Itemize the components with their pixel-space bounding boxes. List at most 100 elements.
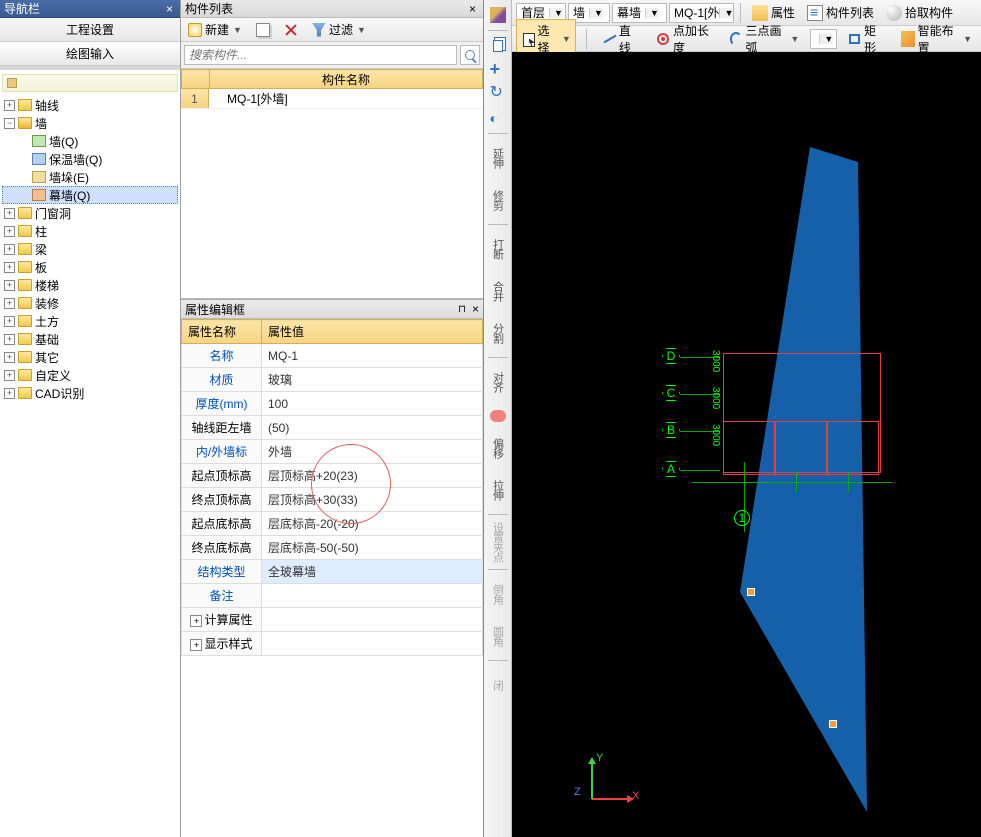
filter-button[interactable]: 过滤▼ [309,20,369,39]
tree-node-stair[interactable]: +楼梯 [2,276,178,294]
cloud-tool[interactable] [487,404,509,426]
prop-hdr-name: 属性名称 [182,320,262,344]
brush-tool[interactable] [487,4,509,26]
3d-viewport[interactable]: D C B A 1 3000 3000 3000 X [512,52,981,837]
tree-node-beam[interactable]: +梁 [2,240,178,258]
align-tool[interactable]: 对齐 [487,362,509,402]
axis-x-label: X [632,790,639,802]
col-rownum [182,70,210,88]
mirror-tool[interactable] [487,107,509,129]
cloud-icon [490,410,506,422]
prop-value-cell[interactable]: 100 [262,392,483,416]
delete-button[interactable] [281,22,301,38]
drawing-toolbar: 选择▼ 直线 点加长度 三点画弧▼ ▼ 矩形 智能布置▼ [512,26,981,52]
split-tool[interactable]: 分割 [487,313,509,353]
rotate-tool[interactable] [487,83,509,105]
prop-row-calc[interactable]: +计算属性 [182,608,483,632]
tree-node-slab[interactable]: +板 [2,258,178,276]
prop-value-cell[interactable]: 层顶标高+20(23) [262,464,483,488]
prop-value-cell[interactable]: 层底标高-20(-20) [262,512,483,536]
tree-label: 板 [35,259,47,276]
property-row[interactable]: 备注 [182,584,483,608]
tree-node-wall-ins[interactable]: 保温墙(Q) [2,150,178,168]
trim-tool[interactable]: 修剪 [487,180,509,220]
stretch-tool[interactable]: 拉伸 [487,470,509,510]
break-tool[interactable]: 打断 [487,229,509,269]
arc-param-combo[interactable]: ▼ [810,29,837,49]
expand-icon[interactable]: + [190,615,202,627]
search-input[interactable] [184,45,457,65]
merge-tool[interactable]: 合并 [487,271,509,311]
btn-label: 智能布置 [918,22,959,56]
tree-node-door[interactable]: +门窗洞 [2,204,178,222]
dropdown-arrow-icon: ▼ [963,34,972,44]
grip-handle[interactable] [747,588,755,596]
property-row[interactable]: 起点底标高层底标高-20(-20) [182,512,483,536]
tree-strip[interactable] [2,74,178,92]
tree-node-wall[interactable]: −墙 [2,114,178,132]
property-row[interactable]: 名称MQ-1 [182,344,483,368]
property-row[interactable]: 结构类型全玻幕墙 [182,560,483,584]
move-icon [490,62,506,78]
component-list-close[interactable]: × [466,2,479,16]
folder-icon [18,261,32,273]
prop-name-cell: 结构类型 [182,560,262,584]
fillet-tool[interactable]: 圆角 [487,616,509,656]
extend-tool[interactable]: 延伸 [487,138,509,178]
move-tool[interactable] [487,59,509,81]
tree-node-wall-duo[interactable]: 墙垛(E) [2,168,178,186]
offset-tool[interactable]: 偏移 [487,428,509,468]
prop-value-cell[interactable] [262,584,483,608]
tree-node-deco[interactable]: +装修 [2,294,178,312]
tree-node-earth[interactable]: +土方 [2,312,178,330]
mirror-icon [490,110,506,126]
tab-project-settings[interactable]: 工程设置 [0,18,180,42]
tree-node-wall-q[interactable]: 墙(Q) [2,132,178,150]
folder-icon [18,369,32,381]
tree-node-custom[interactable]: +自定义 [2,366,178,384]
grip-handle[interactable] [829,720,837,728]
prop-value-cell[interactable]: 外墙 [262,440,483,464]
prop-value-cell[interactable]: 层底标高-50(-50) [262,536,483,560]
pin-icon[interactable]: ⊓ [458,304,466,315]
copy-tool[interactable] [487,35,509,57]
expand-icon[interactable]: + [190,639,202,651]
tree-node-cad[interactable]: +CAD识别 [2,384,178,402]
property-row[interactable]: 起点顶标高层顶标高+20(23) [182,464,483,488]
grid-label-1: 1 [734,510,752,526]
tree-node-column[interactable]: +柱 [2,222,178,240]
property-row[interactable]: 终点顶标高层顶标高+30(33) [182,488,483,512]
row-number: 1 [181,89,209,108]
property-row[interactable]: 终点底标高层底标高-50(-50) [182,536,483,560]
search-button[interactable] [460,45,480,65]
tree-node-axis[interactable]: +轴线 [2,96,178,114]
prop-value-cell[interactable]: 层顶标高+30(33) [262,488,483,512]
component-list-title: 构件列表 [185,0,233,17]
prop-value-cell[interactable]: (50) [262,416,483,440]
tab-drawing-input[interactable]: 绘图输入 [0,42,180,66]
red-cell [775,421,827,475]
property-row[interactable]: 材质玻璃 [182,368,483,392]
property-row[interactable]: 内/外墙标外墙 [182,440,483,464]
nav-close-btn[interactable]: × [163,2,176,16]
axis-y-label: Y [596,752,603,764]
component-grid-header: 构件名称 [181,69,483,89]
property-row[interactable]: 厚度(mm)100 [182,392,483,416]
new-button[interactable]: 新建▼ [185,20,245,39]
component-row[interactable]: 1 MQ-1[外墙] [181,89,483,109]
tree-label: 装修 [35,295,59,312]
prop-value-cell[interactable]: 全玻幕墙 [262,560,483,584]
tree-node-other[interactable]: +其它 [2,348,178,366]
tree-node-found[interactable]: +基础 [2,330,178,348]
chamfer-tool[interactable]: 倒角 [487,574,509,614]
prop-row-disp[interactable]: +显示样式 [182,632,483,656]
folder-icon [18,351,32,363]
prop-value-cell[interactable]: MQ-1 [262,344,483,368]
copy-button[interactable] [253,22,273,38]
tree-node-curtainwall[interactable]: 幕墙(Q) [2,186,178,204]
prop-value-cell[interactable]: 玻璃 [262,368,483,392]
property-close[interactable]: × [472,302,479,316]
property-row[interactable]: 轴线距左墙(50) [182,416,483,440]
close-tool[interactable]: 闭 [487,665,509,705]
setgrip-tool[interactable]: 设置夹点 [487,519,509,565]
